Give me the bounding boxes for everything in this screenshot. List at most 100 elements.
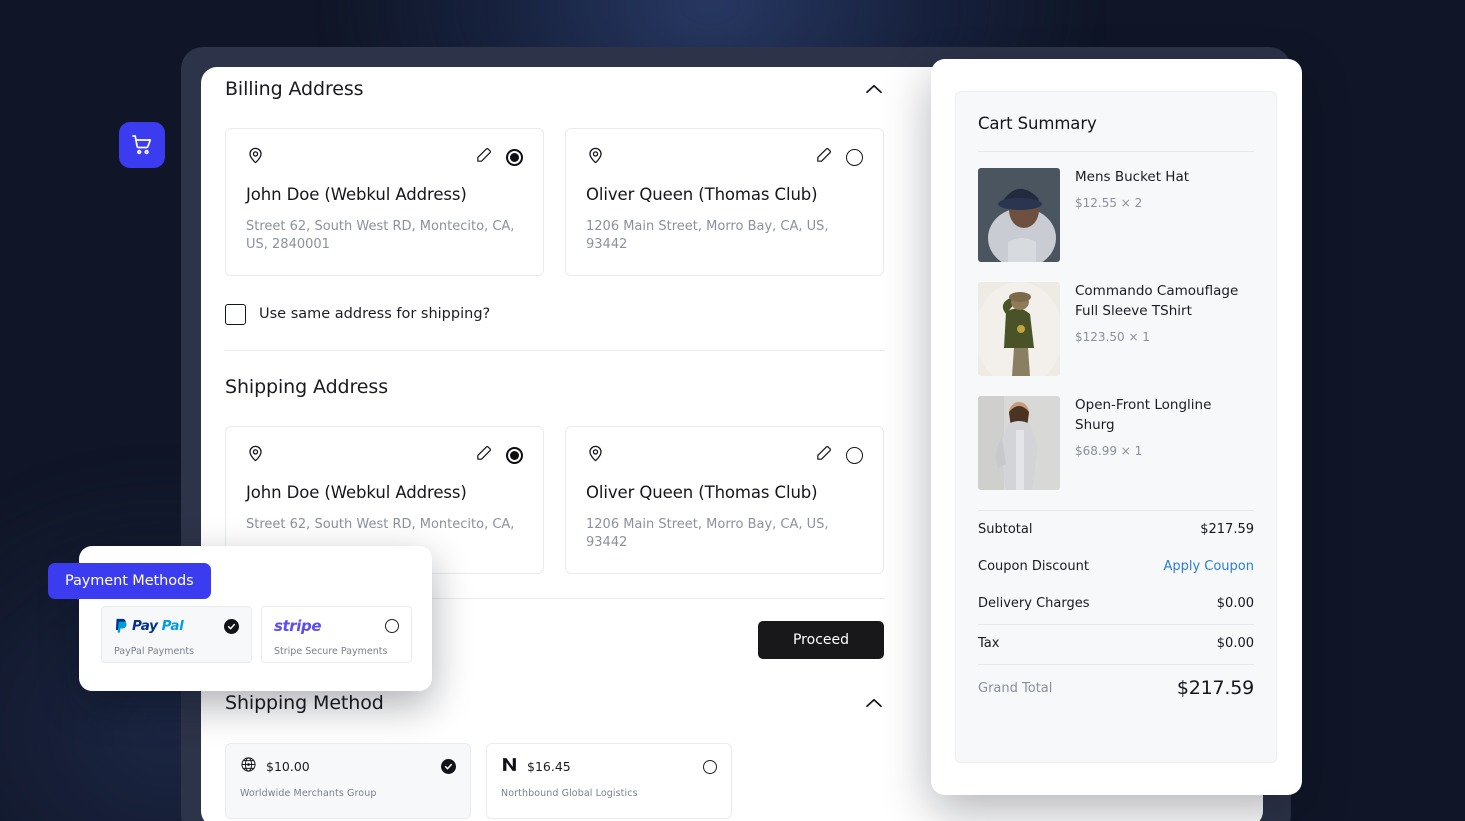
checkout-sections: Billing Address John Doe (Webkul Address… bbox=[201, 67, 909, 819]
cart-item-price: $12.55 × 2 bbox=[1075, 195, 1143, 210]
shipping-address-lines-2: 1206 Main Street, Morro Bay, CA, US, 934… bbox=[586, 517, 829, 551]
payment-method-card-paypal[interactable]: Pay Pal PayPal Payments bbox=[101, 606, 252, 663]
checkout-screen: Billing Address John Doe (Webkul Address… bbox=[0, 0, 1465, 821]
shipping-method-2-carrier: Northbound Global Logistics bbox=[501, 788, 638, 799]
payment-methods-popup: Payment Methods Pay Pal PayPal Payments … bbox=[48, 546, 432, 691]
shipping-card-2-toolbar bbox=[586, 444, 863, 466]
shipping-method-2-price: $16.45 bbox=[527, 759, 571, 774]
map-pin-icon bbox=[246, 444, 265, 467]
billing-card-2-toolbar bbox=[586, 146, 863, 168]
billing-card-2-actions bbox=[815, 147, 863, 168]
shipping-method-1-radio[interactable] bbox=[441, 759, 456, 774]
shipping-address-radio-1[interactable] bbox=[506, 446, 523, 464]
stripe-label: Stripe Secure Payments bbox=[274, 646, 388, 657]
cart-item-name: Mens Bucket Hat bbox=[1075, 169, 1190, 185]
northbound-logo-icon bbox=[501, 756, 518, 777]
grand-total-label: Grand Total bbox=[978, 680, 1053, 696]
tax-row: Tax $0.00 bbox=[978, 625, 1254, 662]
shipping-method-1-left: $10.00 bbox=[240, 756, 310, 777]
shopping-cart-icon[interactable] bbox=[119, 122, 165, 168]
commando-camouflage-tshirt-photo bbox=[978, 282, 1060, 376]
subtotal-value: $217.59 bbox=[1200, 522, 1254, 537]
shipping-method-1-price: $10.00 bbox=[266, 759, 310, 774]
paypal-wordmark-dark: Pay bbox=[132, 618, 158, 634]
billing-address-radio-1[interactable] bbox=[506, 148, 523, 166]
billing-card-1-actions bbox=[475, 147, 523, 168]
use-same-address-label: Use same address for shipping? bbox=[259, 306, 491, 322]
tax-value: $0.00 bbox=[1216, 636, 1254, 651]
shipping-address-card-2[interactable]: Oliver Queen (Thomas Club) 1206 Main Str… bbox=[565, 426, 884, 574]
subtotal-row: Subtotal $217.59 bbox=[978, 511, 1254, 548]
shipping-method-1-top: $10.00 bbox=[240, 756, 456, 777]
cart-item-details: Commando Camouflage Full Sleeve TShirt $… bbox=[1075, 282, 1254, 376]
globe-icon bbox=[240, 756, 257, 777]
edit-pencil-icon[interactable] bbox=[475, 147, 492, 168]
cart-item: Mens Bucket Hat $12.55 × 2 bbox=[978, 168, 1254, 262]
cart-item-price: $123.50 × 1 bbox=[1075, 329, 1150, 344]
cart-item: Open-Front Longline Shurg $68.99 × 1 bbox=[978, 396, 1254, 490]
billing-address-title: Billing Address bbox=[225, 78, 364, 100]
cart-item-name: Commando Camouflage Full Sleeve TShirt bbox=[1075, 283, 1239, 319]
payment-method-card-stripe[interactable]: stripe Stripe Secure Payments bbox=[261, 606, 412, 663]
apply-coupon-link[interactable]: Apply Coupon bbox=[1163, 559, 1254, 574]
stripe-radio[interactable] bbox=[385, 619, 399, 633]
cart-item: Commando Camouflage Full Sleeve TShirt $… bbox=[978, 282, 1254, 376]
paypal-wordmark-light: Pal bbox=[161, 618, 184, 634]
coupon-discount-row: Coupon Discount Apply Coupon bbox=[978, 548, 1254, 585]
cart-summary-rule bbox=[978, 151, 1254, 152]
cart-item-price: $68.99 × 1 bbox=[1075, 443, 1143, 458]
billing-address-list: John Doe (Webkul Address) Street 62, Sou… bbox=[225, 128, 885, 276]
delivery-charges-value: $0.00 bbox=[1216, 596, 1254, 611]
cart-item-list: Mens Bucket Hat $12.55 × 2 Commando Camo… bbox=[978, 168, 1254, 490]
shipping-method-2-top: $16.45 bbox=[501, 756, 717, 777]
shipping-method-card-1[interactable]: $10.00 Worldwide Merchants Group bbox=[225, 743, 471, 819]
billing-address-lines-1: Street 62, South West RD, Montecito, CA,… bbox=[246, 219, 515, 253]
billing-address-name-1: John Doe (Webkul Address) bbox=[246, 185, 467, 204]
payment-methods-list: Pay Pal PayPal Payments stripe Stripe Sec… bbox=[101, 606, 412, 663]
section-divider-1 bbox=[225, 350, 885, 351]
stripe-top: stripe bbox=[274, 617, 399, 635]
cart-summary-panel: Cart Summary Mens Bucket Hat $12.55 × 2 … bbox=[931, 59, 1302, 795]
chevron-up-icon[interactable] bbox=[863, 692, 885, 714]
grand-total-value: $217.59 bbox=[1176, 677, 1254, 699]
cart-item-name: Open-Front Longline Shurg bbox=[1075, 397, 1212, 433]
shipping-method-2-radio[interactable] bbox=[703, 759, 717, 774]
shipping-method-list: $10.00 Worldwide Merchants Group $16.45 … bbox=[225, 743, 885, 819]
use-same-address-checkbox[interactable] bbox=[225, 303, 246, 325]
cart-item-details: Open-Front Longline Shurg $68.99 × 1 bbox=[1075, 396, 1254, 490]
map-pin-icon bbox=[586, 146, 605, 169]
billing-address-radio-2[interactable] bbox=[846, 148, 863, 166]
billing-address-lines-2: 1206 Main Street, Morro Bay, CA, US, 934… bbox=[586, 219, 829, 253]
paypal-top: Pay Pal bbox=[114, 617, 239, 635]
billing-address-name-2: Oliver Queen (Thomas Club) bbox=[586, 185, 818, 204]
paypal-label: PayPal Payments bbox=[114, 646, 195, 657]
proceed-button[interactable]: Proceed bbox=[758, 621, 884, 659]
edit-pencil-icon[interactable] bbox=[815, 445, 832, 466]
tax-label: Tax bbox=[978, 636, 1000, 651]
mens-bucket-hat-photo bbox=[978, 168, 1060, 262]
shipping-address-name-2: Oliver Queen (Thomas Club) bbox=[586, 483, 818, 502]
coupon-discount-label: Coupon Discount bbox=[978, 559, 1089, 574]
edit-pencil-icon[interactable] bbox=[475, 445, 492, 466]
paypal-radio[interactable] bbox=[224, 618, 239, 634]
map-pin-icon bbox=[246, 146, 265, 169]
delivery-charges-label: Delivery Charges bbox=[978, 596, 1090, 611]
open-front-longline-shrug-photo bbox=[978, 396, 1060, 490]
payment-methods-badge[interactable]: Payment Methods bbox=[48, 563, 211, 599]
shipping-address-header: Shipping Address bbox=[225, 365, 885, 409]
shipping-address-radio-2[interactable] bbox=[846, 446, 863, 464]
grand-total-row: Grand Total $217.59 bbox=[978, 665, 1254, 711]
chevron-up-icon[interactable] bbox=[863, 78, 885, 100]
cart-item-details: Mens Bucket Hat $12.55 × 2 bbox=[1075, 168, 1189, 262]
shipping-method-card-2[interactable]: $16.45 Northbound Global Logistics bbox=[486, 743, 732, 819]
shipping-method-2-left: $16.45 bbox=[501, 756, 571, 777]
shipping-method-title: Shipping Method bbox=[225, 692, 384, 714]
delivery-charges-row: Delivery Charges $0.00 bbox=[978, 585, 1254, 622]
shipping-address-title: Shipping Address bbox=[225, 376, 388, 398]
edit-pencil-icon[interactable] bbox=[815, 147, 832, 168]
billing-address-card-1[interactable]: John Doe (Webkul Address) Street 62, Sou… bbox=[225, 128, 544, 276]
paypal-logo-icon: Pay Pal bbox=[114, 618, 184, 634]
shipping-card-1-toolbar bbox=[246, 444, 523, 466]
cart-summary-box: Cart Summary Mens Bucket Hat $12.55 × 2 … bbox=[955, 91, 1277, 763]
billing-address-card-2[interactable]: Oliver Queen (Thomas Club) 1206 Main Str… bbox=[565, 128, 884, 276]
